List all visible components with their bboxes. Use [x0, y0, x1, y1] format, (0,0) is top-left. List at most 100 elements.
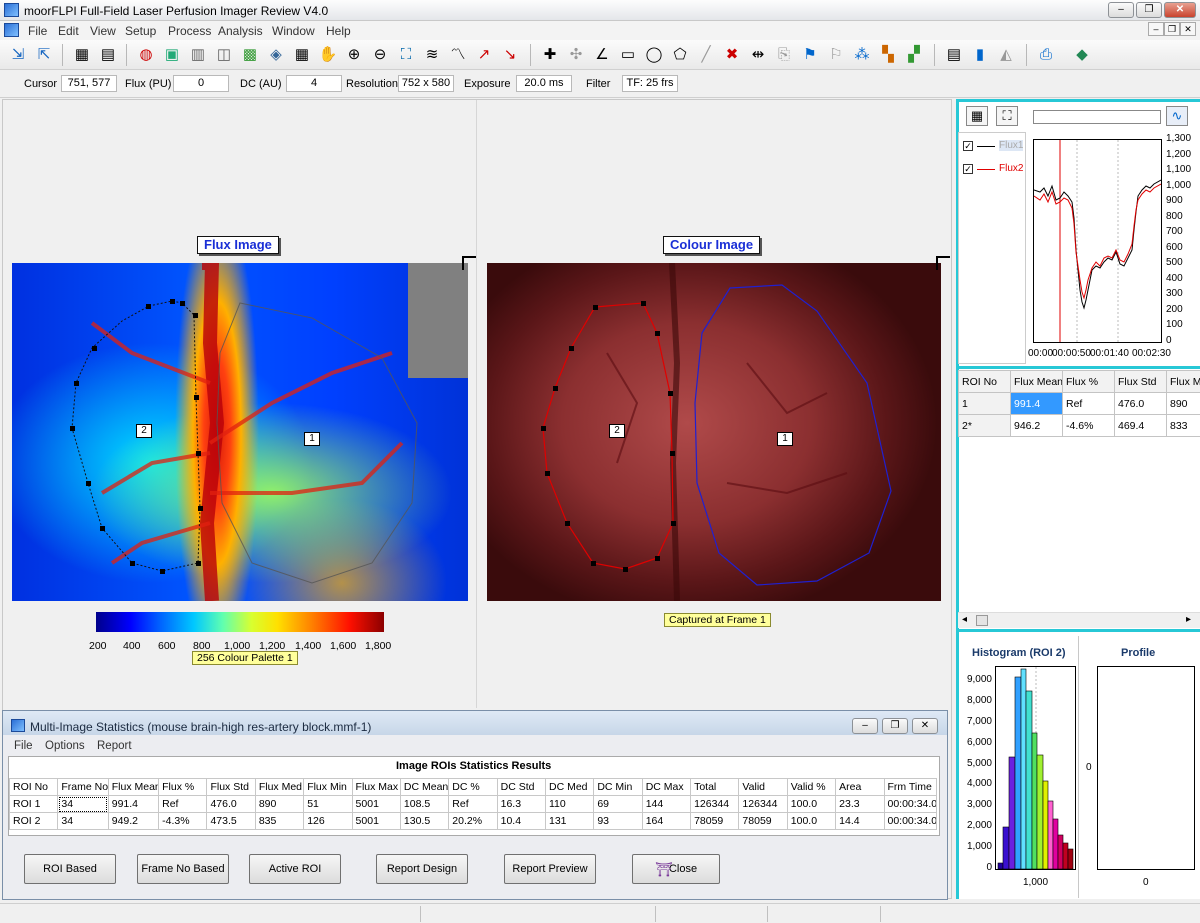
stats-menu-report[interactable]: Report — [97, 740, 132, 752]
stats-menu-file[interactable]: File — [14, 740, 33, 752]
copy-roi-icon[interactable]: ⎘ — [774, 45, 794, 65]
flag-off-icon[interactable]: ⚐ — [826, 45, 846, 65]
zoom-out-icon[interactable]: ⊖ — [370, 45, 390, 65]
ellipse-icon[interactable]: ◯ — [644, 45, 664, 65]
roi-grid-icon[interactable]: ▚ — [878, 45, 898, 65]
flux2-checkbox[interactable]: ✓ — [963, 164, 973, 174]
maximize-button[interactable]: ❐ — [1136, 2, 1162, 18]
flux-image[interactable]: 2 1 — [12, 263, 468, 601]
stats-col-header[interactable]: Frame No — [57, 778, 109, 796]
stats-col-header[interactable]: Flux Max — [351, 778, 401, 796]
image-icon[interactable]: ▣ — [162, 45, 182, 65]
stats-col-header[interactable]: Total — [690, 778, 740, 796]
roi-table-hscrollbar[interactable]: ◂ ▸ — [958, 612, 1200, 628]
mdi-close-button[interactable]: ✕ — [1180, 22, 1196, 36]
palette-icon[interactable]: ◍ — [136, 45, 156, 65]
table-icon[interactable]: ▦ — [292, 45, 312, 65]
roi-col-header[interactable]: Flux % — [1062, 370, 1115, 393]
line-chart-icon[interactable]: 〽 — [448, 45, 468, 65]
flux1-checkbox[interactable]: ✓ — [963, 141, 973, 151]
menu-view[interactable]: View — [90, 24, 116, 38]
colour-roi2-label[interactable]: 2 — [609, 424, 625, 438]
save-file-icon[interactable]: ⇱ — [34, 45, 54, 65]
menu-analysis[interactable]: Analysis — [218, 24, 263, 38]
scroll-left-icon[interactable]: ◂ — [962, 614, 967, 625]
colour-roi1-label[interactable]: 1 — [777, 432, 793, 446]
report-preview-button[interactable]: Report Preview — [504, 854, 596, 884]
rectangle-icon[interactable]: ▭ — [618, 45, 638, 65]
fit-icon[interactable]: ⛶ — [396, 45, 416, 65]
bar-chart-icon[interactable]: ▮ — [970, 45, 990, 65]
roi-export-icon[interactable]: ▞ — [904, 45, 924, 65]
stats-col-header[interactable]: Valid — [738, 778, 788, 796]
flux-roi1-label[interactable]: 1 — [304, 432, 320, 446]
fullscreen-icon[interactable]: ⛶ — [996, 106, 1018, 126]
mosaic-icon[interactable]: ▩ — [240, 45, 260, 65]
stats-col-header[interactable]: DC Std — [496, 778, 546, 796]
area-chart-icon[interactable]: ◭ — [996, 45, 1016, 65]
close-stats-button[interactable]: ⛩ Close — [632, 854, 720, 884]
colour-image[interactable]: 2 1 — [487, 263, 941, 601]
trace-chart[interactable] — [1033, 139, 1162, 343]
grid-toggle-icon[interactable]: ▦ — [966, 106, 988, 126]
table-row[interactable]: ROI 2 34 949.2 -4.3% 473.5 835 126 5001 130.5 20.… — [9, 812, 937, 830]
table-row[interactable]: 2* 946.2 -4.6% 469.4 833 — [958, 414, 1200, 437]
report-design-button[interactable]: Report Design — [376, 854, 468, 884]
stats-col-header[interactable]: Flux Med — [254, 778, 305, 796]
trace-icon[interactable]: ≋ — [422, 45, 442, 65]
active-roi-button[interactable]: Active ROI — [249, 854, 341, 884]
stats-col-header[interactable]: Flux Mean — [107, 778, 160, 796]
stats-col-header[interactable]: Valid % — [786, 778, 837, 796]
stats-col-header[interactable]: DC Max — [641, 778, 692, 796]
stats-col-header[interactable]: ROI No — [9, 778, 59, 796]
menu-window[interactable]: Window — [272, 24, 315, 38]
book-icon[interactable]: ◆ — [1072, 45, 1092, 65]
globe-icon[interactable]: ◈ — [266, 45, 286, 65]
roi-based-button[interactable]: ROI Based — [24, 854, 116, 884]
stats-col-header[interactable]: DC Mean — [399, 778, 450, 796]
delete-roi-icon[interactable]: ✖ — [722, 45, 742, 65]
flux2-legend-label[interactable]: Flux2 — [999, 163, 1023, 174]
link-roi-icon[interactable]: ⇹ — [748, 45, 768, 65]
grid-icon[interactable]: ▦ — [72, 45, 92, 65]
stats-close-button[interactable]: ✕ — [912, 718, 938, 734]
table-row[interactable]: ROI 1 34 991.4 Ref 476.0 890 51 5001 108.5 Ref 16.… — [9, 795, 937, 813]
open-file-icon[interactable]: ⇲ — [8, 45, 28, 65]
menu-setup[interactable]: Setup — [125, 24, 156, 38]
trace-down-icon[interactable]: ↘ — [500, 45, 520, 65]
stats-col-header[interactable]: Frm Time — [883, 778, 937, 796]
stats-table-icon[interactable]: ▤ — [944, 45, 964, 65]
hand-icon[interactable]: ✋ — [318, 45, 338, 65]
split-view-icon[interactable]: ▥ — [188, 45, 208, 65]
line-icon[interactable]: ╱ — [696, 45, 716, 65]
trace-up-icon[interactable]: ↗ — [474, 45, 494, 65]
print-icon[interactable]: ⎙ — [1036, 45, 1056, 65]
histogram-chart[interactable] — [995, 666, 1076, 870]
stats-minimize-button[interactable]: ‒ — [852, 718, 878, 734]
roi-col-header[interactable]: ROI No — [958, 370, 1011, 393]
stats-col-header[interactable]: Flux Min — [303, 778, 353, 796]
angle-icon[interactable]: ∠ — [592, 45, 612, 65]
crosshair-icon[interactable]: ✚ — [540, 45, 560, 65]
flux-resize-handle[interactable] — [462, 256, 476, 270]
scroll-right-icon[interactable]: ▸ — [1186, 614, 1191, 625]
waveform-icon[interactable]: ∿ — [1166, 106, 1188, 126]
frame-no-based-button[interactable]: Frame No Based — [137, 854, 229, 884]
roi-col-header[interactable]: Flux M — [1166, 370, 1200, 393]
stats-col-header[interactable]: DC Min — [593, 778, 643, 796]
trace-scroll-bar[interactable] — [1033, 110, 1161, 124]
roi-cell-selected[interactable]: 991.4 — [1010, 392, 1063, 415]
table-row[interactable]: 1 991.4 Ref 476.0 890 — [958, 392, 1200, 415]
document-icon[interactable]: ▤ — [98, 45, 118, 65]
zoom-in-icon[interactable]: ⊕ — [344, 45, 364, 65]
flag-icon[interactable]: ⚑ — [800, 45, 820, 65]
stats-col-header[interactable]: DC Med — [544, 778, 595, 796]
pane-splitter[interactable] — [476, 100, 477, 708]
stats-col-header[interactable]: Flux Std — [206, 778, 256, 796]
stats-col-header[interactable]: Area — [835, 778, 885, 796]
minimize-button[interactable]: ‒ — [1108, 2, 1134, 18]
mdi-restore-button[interactable]: ❐ — [1164, 22, 1180, 36]
menu-edit[interactable]: Edit — [58, 24, 79, 38]
flux-roi2-label[interactable]: 2 — [136, 424, 152, 438]
profile-chart[interactable] — [1097, 666, 1195, 870]
